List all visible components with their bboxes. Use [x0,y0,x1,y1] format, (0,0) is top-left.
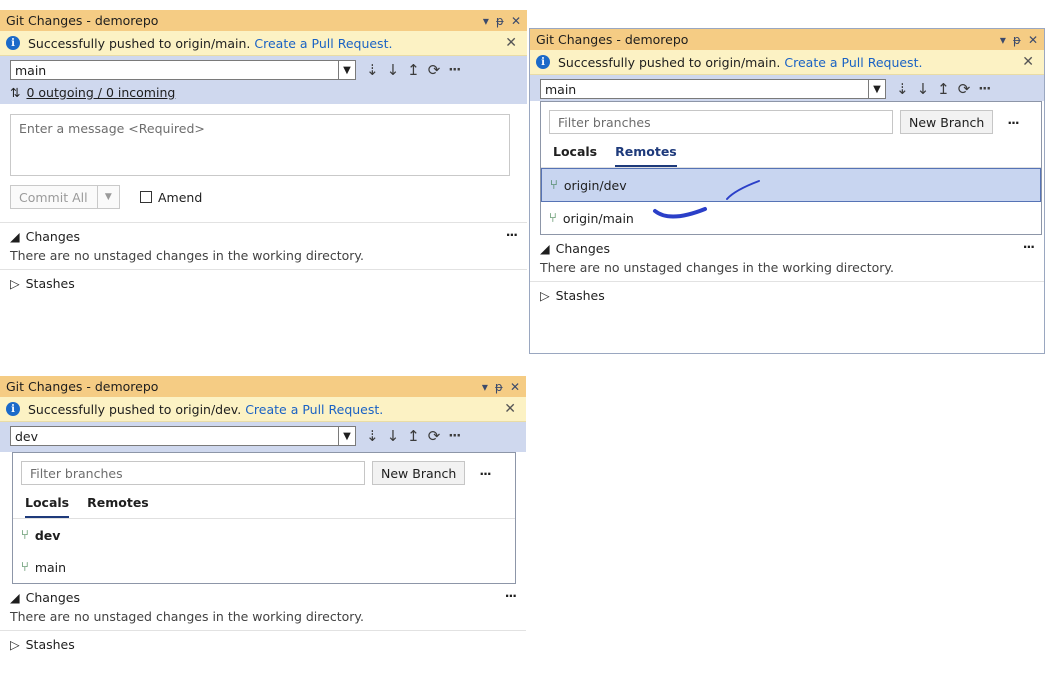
changes-section: ◢ Changes ··· There are no unstaged chan… [0,584,526,630]
pin-icon[interactable]: ᵽ [495,380,503,394]
info-message: Successfully pushed to origin/main. [28,35,251,51]
stashes-title[interactable]: Stashes [26,276,75,291]
amend-checkbox[interactable] [140,191,152,203]
git-changes-panel-remotes: Git Changes - demorepo ▾ ᵽ ✕ i Successfu… [529,28,1045,354]
window-options-dropdown-icon[interactable]: ▾ [482,380,488,394]
close-window-icon[interactable]: ✕ [510,380,520,394]
info-icon: i [6,36,20,50]
window-title: Git Changes - demorepo [6,13,159,28]
expand-triangle-icon[interactable]: ▷ [10,276,20,291]
tool-window-titlebar: Git Changes - demorepo ▾ ᵽ ✕ [0,376,526,397]
branch-bar: main ▼ ⇣ ↓ ↥ ⟳ ··· ⇅ 0 outgoing / 0 inco… [0,56,527,104]
info-icon: i [6,402,20,416]
commit-message-input[interactable]: Enter a message <Required> [10,114,510,176]
tab-locals[interactable]: Locals [25,495,70,518]
dismiss-info-icon[interactable]: ✕ [505,35,517,51]
pin-icon[interactable]: ᵽ [496,14,504,28]
more-icon[interactable]: ··· [505,588,517,603]
fetch-icon[interactable]: ⇣ [366,427,379,445]
chevron-down-icon[interactable]: ▼ [338,427,355,445]
create-pull-request-link[interactable]: Create a Pull Request. [254,36,392,51]
sync-icon[interactable]: ⟳ [428,61,441,79]
branch-item-label: main [34,559,67,575]
branch-item-label: dev [34,527,61,543]
more-icon[interactable]: ··· [448,429,461,444]
changes-section: ◢ Changes ··· There are no unstaged chan… [0,222,527,269]
changes-description: There are no unstaged changes in the wor… [10,248,364,263]
current-branch: main [15,62,47,78]
branch-item-dev[interactable]: ⑂ dev [13,519,515,551]
window-options-dropdown-icon[interactable]: ▾ [483,14,489,28]
chevron-down-icon[interactable]: ▼ [338,61,355,79]
changes-title[interactable]: Changes [26,590,80,605]
info-message: Successfully pushed to origin/dev. [28,401,242,417]
window-title: Git Changes - demorepo [6,379,159,394]
stashes-section: ▷ Stashes [0,269,527,297]
more-icon[interactable]: ··· [506,227,518,242]
changes-description: There are no unstaged changes in the wor… [10,609,364,624]
push-icon[interactable]: ↥ [407,427,420,445]
git-changes-panel-main: Git Changes - demorepo ▾ ᵽ ✕ i Successfu… [0,10,527,354]
current-branch: dev [15,428,39,444]
more-icon[interactable]: ··· [479,466,491,481]
pull-icon[interactable]: ↓ [387,427,400,445]
stashes-section: ▷ Stashes [0,630,526,658]
outgoing-incoming-link[interactable]: 0 outgoing / 0 incoming [26,85,175,100]
amend-label: Amend [158,189,203,205]
sync-icon[interactable]: ⟳ [428,427,441,445]
annotation-stroke [726,180,760,200]
branch-icon: ⑂ [21,559,29,575]
branch-item-main[interactable]: ⑂ main [13,551,515,583]
collapse-triangle-icon[interactable]: ◢ [10,229,20,244]
expand-triangle-icon[interactable]: ▷ [10,637,20,652]
pull-icon[interactable]: ↓ [387,61,400,79]
close-window-icon[interactable]: ✕ [511,14,521,28]
tab-remotes[interactable]: Remotes [87,495,149,518]
annotation-stroke [653,207,707,219]
dismiss-info-icon[interactable]: ✕ [504,401,516,417]
tool-window-titlebar: Git Changes - demorepo ▾ ᵽ ✕ [0,10,527,31]
commit-options-chevron-icon[interactable]: ▼ [96,186,119,208]
commit-all-label: Commit All [19,189,88,205]
branch-selector[interactable]: dev ▼ [10,426,356,446]
outgoing-incoming-icon: ⇅ [10,85,21,100]
stashes-title[interactable]: Stashes [26,637,75,652]
more-icon[interactable]: ··· [448,63,461,78]
branch-icon: ⑂ [21,527,29,543]
info-bar: i Successfully pushed to origin/main. Cr… [0,31,527,56]
create-pull-request-link[interactable]: Create a Pull Request. [245,402,383,417]
branch-selector[interactable]: main ▼ [10,60,356,80]
filter-branches-input[interactable]: Filter branches [21,461,365,485]
commit-all-button[interactable]: Commit All ▼ [10,185,120,209]
annotation-strokes [653,180,760,219]
branch-bar: dev ▼ ⇣ ↓ ↥ ⟳ ··· [0,422,526,452]
git-changes-panel-locals: Git Changes - demorepo ▾ ᵽ ✕ i Successfu… [0,376,526,700]
fetch-icon[interactable]: ⇣ [366,61,379,79]
new-branch-button[interactable]: New Branch [372,461,466,485]
collapse-triangle-icon[interactable]: ◢ [10,590,20,605]
branch-dropdown: Filter branches New Branch ··· Locals Re… [12,452,516,584]
info-bar: i Successfully pushed to origin/dev. Cre… [0,397,526,422]
changes-title[interactable]: Changes [26,229,80,244]
push-icon[interactable]: ↥ [407,61,420,79]
